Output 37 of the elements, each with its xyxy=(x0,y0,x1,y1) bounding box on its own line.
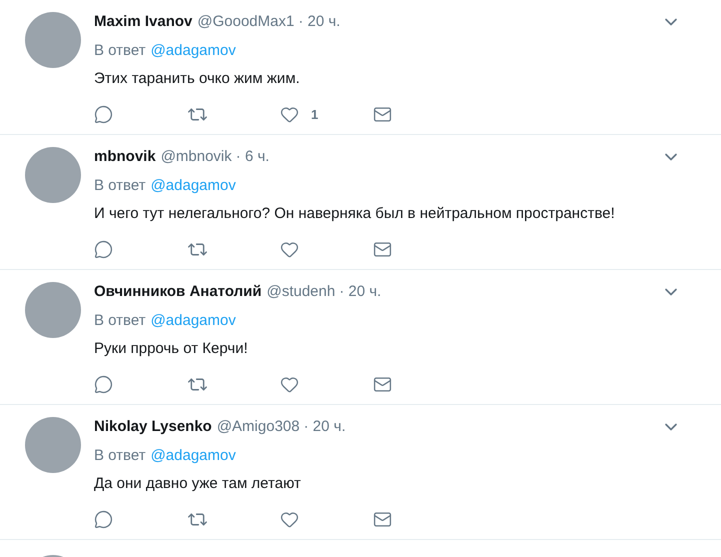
reply-icon[interactable] xyxy=(94,240,113,259)
tweet-time[interactable]: · 6 ч. xyxy=(236,146,270,168)
reply-label: В ответ xyxy=(94,310,146,331)
tweet-text: Этих таранить очко жим жим. xyxy=(94,69,301,89)
reply-icon[interactable] xyxy=(94,510,113,529)
tweet-text: Да они давно уже там летают xyxy=(94,474,302,494)
user-handle[interactable]: @studenh xyxy=(266,280,336,304)
like-icon[interactable] xyxy=(280,240,299,259)
reply-icon[interactable] xyxy=(94,375,113,394)
user-handle[interactable]: @GooodMax1 xyxy=(197,10,294,34)
mention-link[interactable]: @adagamov xyxy=(150,310,236,332)
user-name[interactable]: mbnovik xyxy=(94,146,156,168)
mention-link[interactable]: @adagamov xyxy=(150,444,236,468)
user-name[interactable]: Maxim Ivanov xyxy=(94,10,192,34)
tweet-text: Руки пррочь от Керчи! xyxy=(94,339,249,359)
mention-link[interactable]: @adagamov xyxy=(150,40,236,62)
like-icon[interactable] xyxy=(280,375,299,394)
message-icon[interactable] xyxy=(373,375,392,394)
reply-label: В ответ xyxy=(94,446,146,466)
user-handle[interactable]: @Amigo308 xyxy=(216,416,300,438)
reply-label: В ответ xyxy=(94,40,146,61)
reply-label: В ответ xyxy=(94,176,146,196)
user-name[interactable]: Овчинников Анатолий xyxy=(94,280,262,304)
tweet-text: И чего тут нелегального? Он наверняка был в нейтральном пространстве! xyxy=(94,204,616,224)
tweet-time[interactable]: · 20 ч. xyxy=(304,416,346,438)
user-handle[interactable]: @mbnovik xyxy=(160,146,232,168)
message-icon[interactable] xyxy=(373,105,392,124)
like-icon[interactable] xyxy=(280,510,299,529)
reply-icon[interactable] xyxy=(94,105,113,124)
message-icon[interactable] xyxy=(373,240,392,259)
mention-link[interactable]: @adagamov xyxy=(150,174,236,198)
tweet-time[interactable]: · 20 ч. xyxy=(339,280,382,304)
message-icon[interactable] xyxy=(373,510,392,529)
tweet-time[interactable]: · 20 ч. xyxy=(298,10,340,34)
like-count: 1 xyxy=(311,106,318,124)
like-icon[interactable] xyxy=(280,105,299,124)
user-name[interactable]: Nikolay Lysenko xyxy=(94,416,212,438)
